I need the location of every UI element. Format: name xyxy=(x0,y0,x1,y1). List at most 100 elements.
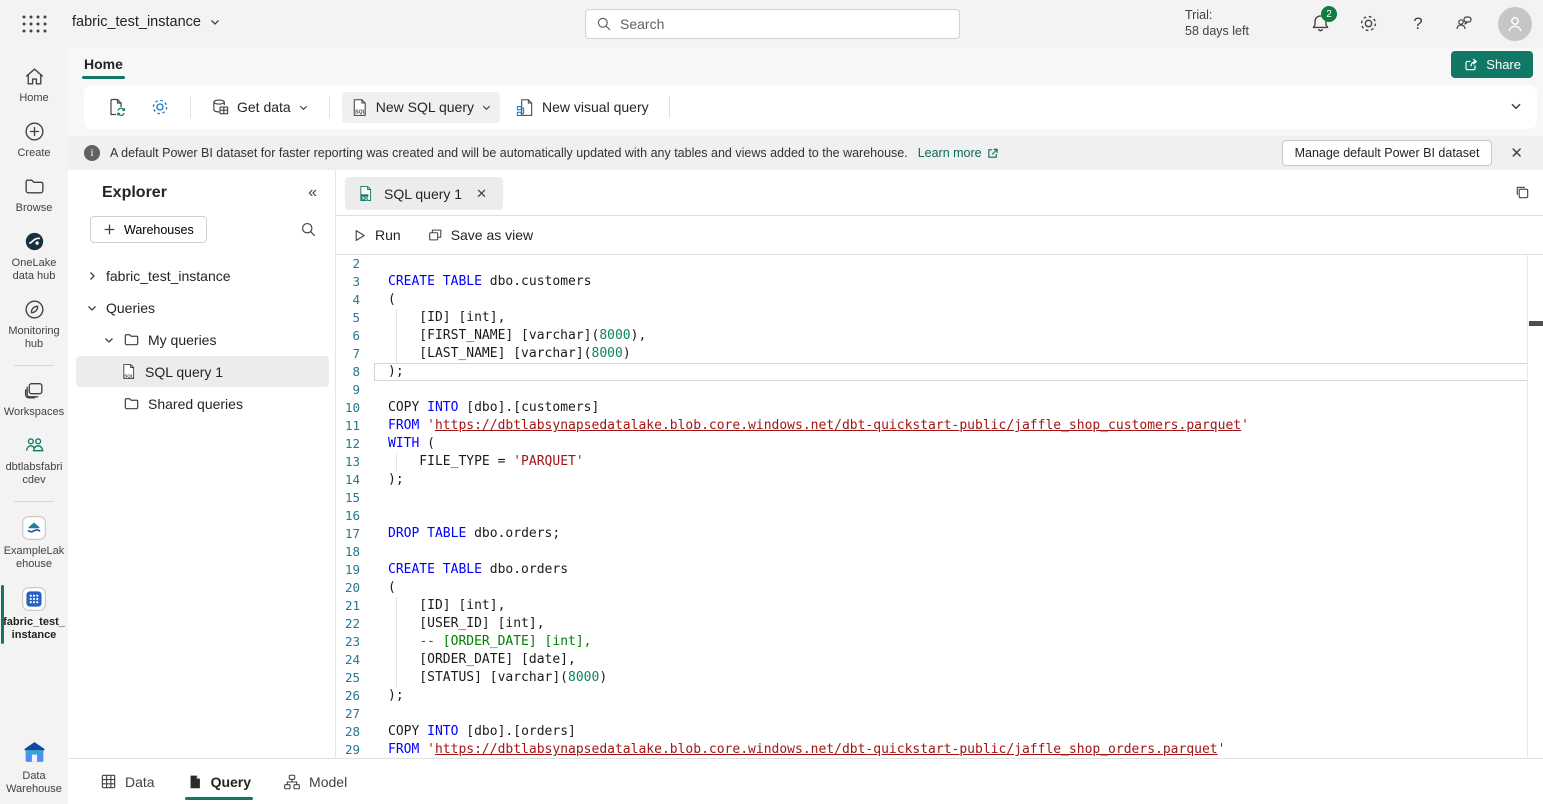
tree-item-shared-queries[interactable]: Shared queries xyxy=(76,388,329,419)
chevron-down-icon[interactable] xyxy=(86,302,98,314)
code-line-10[interactable]: 10COPY INTO [dbo].[customers] xyxy=(336,399,1543,417)
code-line-2[interactable]: 2 xyxy=(336,255,1543,273)
manage-dataset-button[interactable]: Manage default Power BI dataset xyxy=(1282,140,1493,166)
run-icon xyxy=(352,228,367,243)
external-link-icon xyxy=(986,147,999,160)
nav-item-label: Create xyxy=(17,147,50,160)
code-line-6[interactable]: 6 [FIRST_NAME] [varchar](8000), xyxy=(336,327,1543,345)
nav-item-label: OneLake data hub xyxy=(3,257,65,283)
get-data-button[interactable]: Get data xyxy=(203,92,317,123)
collapse-ribbon-button[interactable] xyxy=(1509,99,1523,113)
account-avatar[interactable] xyxy=(1498,7,1532,41)
code-line-29[interactable]: 29FROM 'https://dbtlabsynapsedatalake.bl… xyxy=(336,741,1543,758)
nav-item-label: Browse xyxy=(16,202,53,215)
code-line-23[interactable]: 23 -- [ORDER_DATE] [int], xyxy=(336,633,1543,651)
code-line-18[interactable]: 18 xyxy=(336,543,1543,561)
line-number: 9 xyxy=(336,381,370,399)
code-line-8[interactable]: 8); xyxy=(336,363,1543,381)
nav-item-label: ExampleLakehouse xyxy=(3,545,65,571)
workspace-switcher[interactable]: fabric_test_instance xyxy=(72,14,221,30)
close-tab-icon[interactable]: ✕ xyxy=(472,184,491,204)
view-tab-query[interactable]: Query xyxy=(185,759,253,804)
view-tab-data[interactable]: Data xyxy=(98,759,157,804)
nav-item-monitoring-hub[interactable]: Monitoring hub xyxy=(0,291,68,359)
code-line-7[interactable]: 7 [LAST_NAME] [varchar](8000) xyxy=(336,345,1543,363)
new-sql-query-button[interactable]: SQL New SQL query xyxy=(342,92,500,123)
line-number: 2 xyxy=(336,255,370,273)
line-number: 3 xyxy=(336,273,370,291)
querydoc-icon xyxy=(187,774,203,790)
code-line-24[interactable]: 24 [ORDER_DATE] [date], xyxy=(336,651,1543,669)
close-banner-icon[interactable]: ✕ xyxy=(1506,144,1527,162)
save-as-view-button[interactable]: Save as view xyxy=(427,227,533,243)
app-launcher-icon[interactable] xyxy=(20,14,48,34)
code-line-13[interactable]: 13 FILE_TYPE = 'PARQUET' xyxy=(336,453,1543,471)
notification-badge: 2 xyxy=(1321,6,1337,22)
new-visual-query-button[interactable]: New visual query xyxy=(508,92,657,123)
code-line-12[interactable]: 12WITH ( xyxy=(336,435,1543,453)
toolbar-divider xyxy=(669,96,670,118)
run-button[interactable]: Run xyxy=(352,227,401,243)
nav-item-data-warehouse[interactable]: Data Warehouse xyxy=(0,732,68,804)
code-line-17[interactable]: 17DROP TABLE dbo.orders; xyxy=(336,525,1543,543)
chevron-down-icon[interactable] xyxy=(103,334,115,346)
code-line-11[interactable]: 11FROM 'https://dbtlabsynapsedatalake.bl… xyxy=(336,417,1543,435)
nav-item-home[interactable]: Home xyxy=(0,58,68,113)
chevron-right-icon[interactable] xyxy=(86,270,98,282)
code-line-22[interactable]: 22 [USER_ID] [int], xyxy=(336,615,1543,633)
scrollbar-indicator[interactable] xyxy=(1529,321,1543,326)
lakehouse-icon xyxy=(21,515,47,541)
view-tab-model[interactable]: Model xyxy=(281,759,349,804)
add-warehouses-button[interactable]: Warehouses xyxy=(90,216,207,243)
search-input[interactable]: Search xyxy=(585,9,960,39)
explorer-search-icon[interactable] xyxy=(300,221,317,238)
nav-divider xyxy=(14,501,54,502)
code-line-5[interactable]: 5 [ID] [int], xyxy=(336,309,1543,327)
code-line-21[interactable]: 21 [ID] [int], xyxy=(336,597,1543,615)
notifications-button[interactable]: 2 xyxy=(1310,13,1332,35)
line-number: 11 xyxy=(336,417,370,435)
nav-item-create[interactable]: Create xyxy=(0,113,68,168)
code-line-28[interactable]: 28COPY INTO [dbo].[orders] xyxy=(336,723,1543,741)
tree-item-my-queries[interactable]: My queries xyxy=(76,324,329,355)
people-icon xyxy=(23,434,46,457)
code-line-19[interactable]: 19CREATE TABLE dbo.orders xyxy=(336,561,1543,579)
code-line-26[interactable]: 26); xyxy=(336,687,1543,705)
collapse-explorer-icon[interactable]: « xyxy=(308,184,317,202)
feedback-button[interactable] xyxy=(1452,13,1474,35)
nav-item-browse[interactable]: Browse xyxy=(0,168,68,223)
tab-home[interactable]: Home xyxy=(82,52,125,76)
code-line-16[interactable]: 16 xyxy=(336,507,1543,525)
nav-item-workspaces[interactable]: Workspaces xyxy=(0,372,68,427)
tree-item-sql-query-1[interactable]: SQLSQL query 1 xyxy=(76,356,329,387)
ribbon-tab-row: Home Share xyxy=(68,48,1543,82)
line-number: 4 xyxy=(336,291,370,309)
tree-item-fabric-test-instance[interactable]: fabric_test_instance xyxy=(76,260,329,291)
nav-item-onelake-data-hub[interactable]: OneLake data hub xyxy=(0,223,68,291)
code-line-3[interactable]: 3CREATE TABLE dbo.customers xyxy=(336,273,1543,291)
code-line-20[interactable]: 20( xyxy=(336,579,1543,597)
learn-more-link[interactable]: Learn more xyxy=(918,146,999,160)
code-line-27[interactable]: 27 xyxy=(336,705,1543,723)
share-button[interactable]: Share xyxy=(1451,51,1533,78)
nav-item-fabric-test-instance[interactable]: fabric_test_instance xyxy=(0,579,68,650)
nav-item-dbtlabsfabricdev[interactable]: dbtlabsfabricdev xyxy=(0,427,68,495)
sql-code-area[interactable]: 23CREATE TABLE dbo.customers4(5 [ID] [in… xyxy=(336,255,1543,758)
refresh-dataset-button[interactable] xyxy=(98,91,134,123)
code-line-25[interactable]: 25 [STATUS] [varchar](8000) xyxy=(336,669,1543,687)
nav-item-examplelakehouse[interactable]: ExampleLakehouse xyxy=(0,508,68,579)
code-line-4[interactable]: 4( xyxy=(336,291,1543,309)
onelake-icon xyxy=(23,230,46,253)
tree-item-queries[interactable]: Queries xyxy=(76,292,329,323)
copy-icon[interactable] xyxy=(1514,184,1531,201)
query-tab[interactable]: SQL SQL query 1 ✕ xyxy=(345,177,503,210)
code-line-14[interactable]: 14); xyxy=(336,471,1543,489)
code-line-9[interactable]: 9 xyxy=(336,381,1543,399)
dataset-settings-button[interactable] xyxy=(142,91,178,123)
help-button[interactable]: ? xyxy=(1407,13,1429,35)
top-header: fabric_test_instance Search Trial: 58 da… xyxy=(0,0,1543,48)
line-number: 21 xyxy=(336,597,370,615)
code-line-15[interactable]: 15 xyxy=(336,489,1543,507)
svg-text:SQL: SQL xyxy=(355,109,367,115)
settings-button[interactable] xyxy=(1358,13,1380,35)
